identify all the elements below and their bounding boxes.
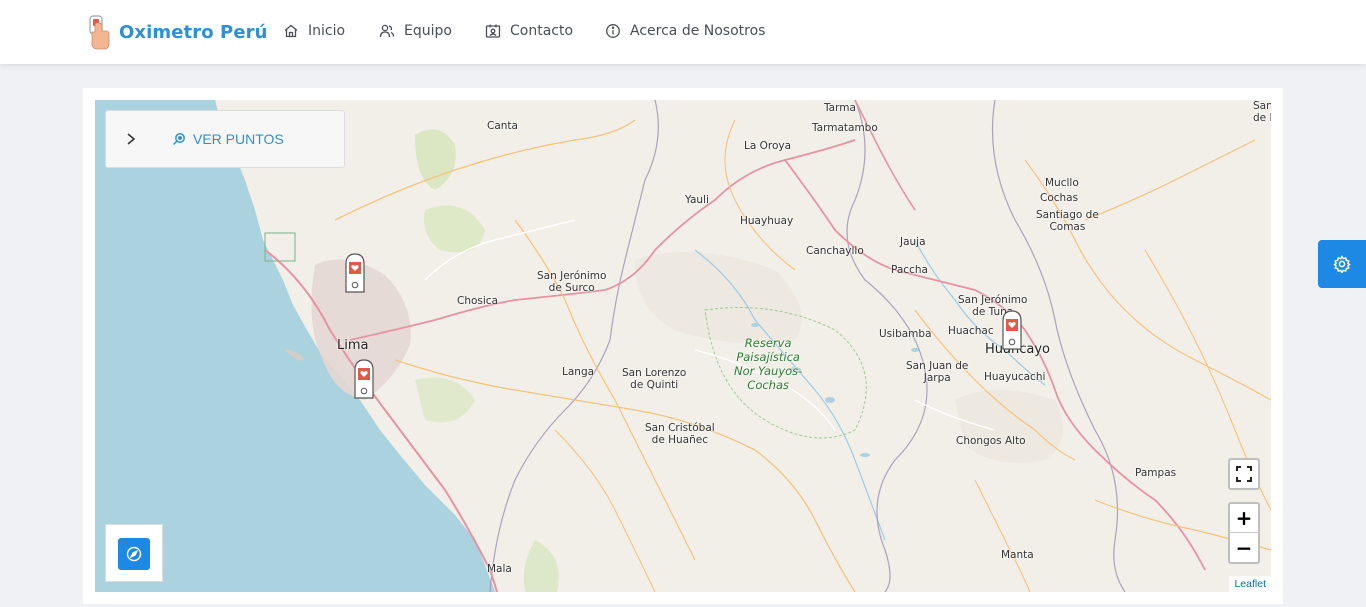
zoom-out-button[interactable]: − (1230, 533, 1258, 562)
nav-contacto-label: Contacto (510, 23, 574, 39)
ver-puntos-button[interactable]: VER PUNTOS (172, 131, 284, 147)
oximeter-marker-icon[interactable] (352, 358, 376, 400)
compass-icon (126, 546, 142, 562)
oximeter-marker-icon[interactable] (343, 252, 367, 294)
oximeter-marker-icon[interactable] (1000, 309, 1024, 351)
brand-name: Oximetro Perú (119, 21, 268, 43)
map-label-canchayllo: Canchayllo (806, 245, 864, 257)
nav-inicio-label: Inicio (308, 23, 346, 39)
settings-button[interactable] (1318, 240, 1366, 288)
map-label-chongos: Chongos Alto (956, 435, 1026, 447)
map-label-langa: Langa (562, 366, 595, 378)
map-label-cochas: Cochas (1040, 192, 1079, 204)
map-label-reserva-line2: Paisajística (736, 350, 800, 364)
zoom-control: + − (1228, 502, 1260, 564)
map-label-sjt-line1: San Jerónimo (958, 294, 1028, 306)
map-label-san-lorenzo: San Lorenzo de Quinti (622, 367, 686, 391)
map-label-tarma: Tarma (824, 102, 856, 114)
map-label-paccha: Paccha (891, 264, 928, 276)
nav-acerca[interactable]: Acerca de Nosotros (605, 23, 765, 39)
map-label-sjs-line2: de Surco (548, 282, 595, 294)
nav-contacto[interactable]: Contacto (485, 23, 573, 39)
marker-shape (1002, 310, 1022, 350)
map-label-reserva-line3: Nor Yauyos- (734, 364, 803, 378)
gear-icon (1333, 255, 1351, 273)
map-label-lima: Lima (337, 338, 369, 353)
map-label-sj-line2: Jarpa (923, 372, 951, 384)
contact-card-icon (485, 24, 501, 38)
ver-puntos-label: VER PUNTOS (193, 131, 284, 147)
map-label-sl-line2: de Quinti (630, 379, 679, 391)
map-label-huayhuay: Huayhuay (740, 215, 794, 227)
map-label-manta: Manta (1001, 549, 1034, 561)
map-label-sj-line1: San Juan de (906, 360, 969, 372)
map-label-santiago-line2: Comas (1049, 221, 1086, 233)
map-label-huayucachi: Huayucachi (984, 371, 1046, 383)
info-icon (606, 24, 620, 38)
map-label-mucllo: Mucllo (1045, 177, 1079, 189)
map-label-jauja: Jauja (900, 236, 926, 248)
nav-equipo-label: Equipo (404, 23, 452, 39)
finger-oximeter-icon (89, 15, 110, 50)
map-label-reserva-line1: Reserva (744, 336, 792, 350)
team-icon (379, 24, 395, 38)
map-label-reserva-line4: Cochas (747, 378, 790, 392)
map-label-canta: Canta (487, 120, 518, 132)
chevron-right-icon[interactable] (124, 131, 138, 147)
map-label-santiago-line1: Santiago de (1036, 209, 1099, 221)
points-panel: VER PUNTOS (105, 110, 345, 168)
map-label-sl-line1: San Lorenzo (622, 367, 687, 379)
nav-inicio[interactable]: Inicio (283, 23, 345, 39)
map-label-usibamba: Usibamba (879, 328, 932, 340)
zoom-in-button[interactable]: + (1230, 504, 1258, 533)
map-label-mala: Mala (487, 563, 512, 575)
map-label-sjs-line1: San Jerónimo (537, 270, 607, 282)
map-label-san-jeronimo-surco: San Jerónimo de Surco (537, 270, 606, 294)
map-view[interactable]: Tarma Tarmatambo Canta La Oroya Yauli Hu… (95, 100, 1271, 592)
search-location-icon (172, 133, 185, 146)
compass-button[interactable] (118, 538, 150, 570)
map-label-sc-line1: San Cristóbal (645, 422, 715, 434)
fullscreen-button[interactable] (1228, 458, 1260, 490)
map-label-se-line2: de L (1253, 112, 1271, 124)
map-label-la-oroya: La Oroya (744, 140, 792, 152)
leaflet-attribution[interactable]: Leaflet (1229, 576, 1271, 592)
map-label-se-line1: San (1253, 100, 1271, 112)
marker-shape (345, 253, 365, 293)
map-label-chosica: Chosica (457, 295, 499, 307)
map-label-santiago: Santiago de Comas (1036, 209, 1099, 233)
map-label-pampas: Pampas (1135, 467, 1177, 479)
nav-acerca-label: Acerca de Nosotros (630, 23, 766, 39)
map-label-san-juan: San Juan de Jarpa (906, 360, 968, 384)
map-label-sc-line2: de Huañec (651, 434, 709, 446)
fullscreen-icon (1236, 466, 1252, 482)
locate-control (105, 524, 163, 582)
top-navbar: Oximetro Perú Inicio Equipo Contacto Ace… (0, 0, 1366, 64)
map-label-san-cristobal: San Cristóbal de Huañec (645, 422, 715, 446)
marker-shape (354, 359, 374, 399)
map-label-huachac: Huachac (948, 325, 994, 337)
map-tiles (95, 100, 1271, 592)
map-label-san-edge: San de L (1253, 100, 1271, 124)
brand[interactable]: Oximetro Perú (84, 14, 268, 50)
map-label-reserva: Reserva Paisajística Nor Yauyos- Cochas (734, 336, 802, 392)
home-icon (284, 24, 298, 38)
map-label-tarmatambo: Tarmatambo (812, 122, 878, 134)
nav-equipo[interactable]: Equipo (379, 23, 452, 39)
map-label-yauli: Yauli (685, 194, 709, 206)
